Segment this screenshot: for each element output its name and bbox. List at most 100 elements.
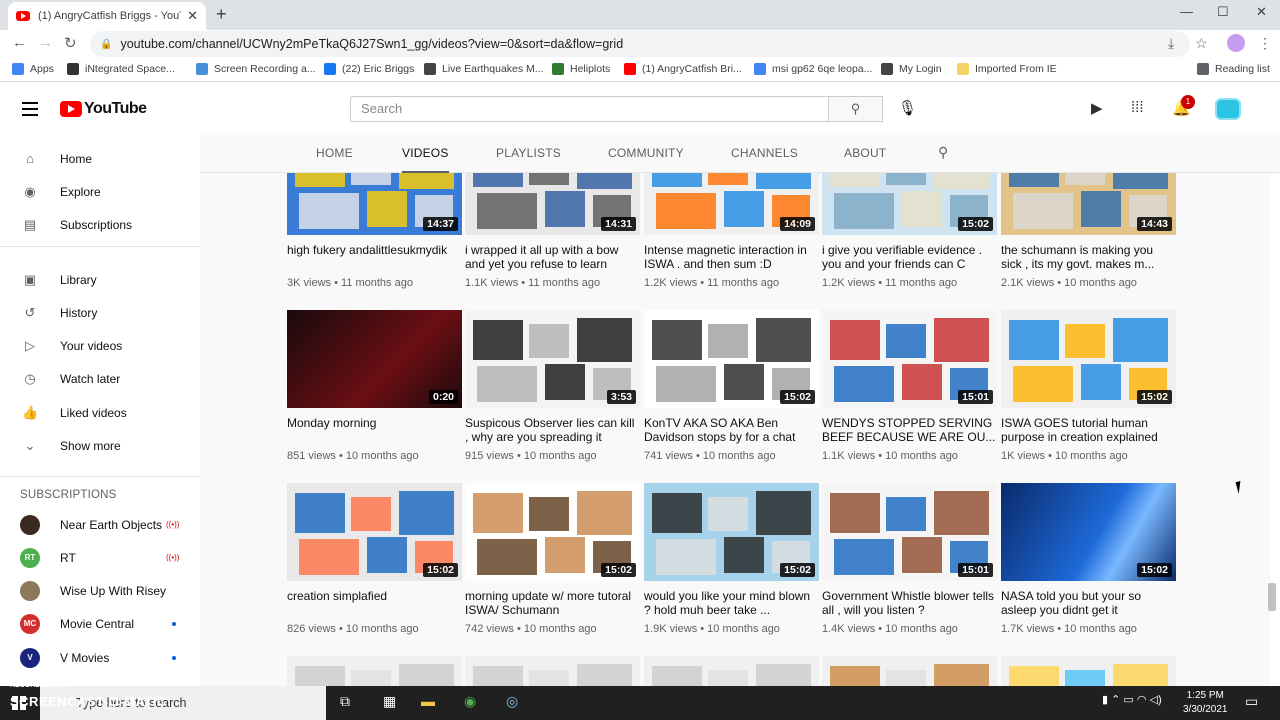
video-thumbnail[interactable] <box>1001 656 1176 686</box>
search-button[interactable]: ⚲ <box>829 96 883 122</box>
sidebar-item-explore[interactable]: ◉ Explore <box>0 175 200 208</box>
video-title[interactable]: morning update w/ more tutoral ISWA/ Sch… <box>465 589 640 617</box>
sidebar-item-home[interactable]: ⌂ Home <box>0 142 200 175</box>
sidebar-item-watch-later[interactable]: ◷ Watch later <box>0 363 200 396</box>
taskbar-app-icon[interactable]: ▦ <box>383 693 396 710</box>
bookmark-item[interactable]: (22) Eric Briggs <box>324 63 414 75</box>
video-title[interactable]: Monday morning <box>287 416 462 444</box>
sidebar-item-subscriptions[interactable]: ▤ Subscriptions <box>0 209 200 242</box>
video-thumbnail[interactable]: 14:09 <box>644 173 819 235</box>
video-title[interactable]: ISWA GOES tutorial human purpose in crea… <box>1001 416 1176 444</box>
subscription-item[interactable]: MC Movie Central <box>0 608 200 641</box>
file-explorer-icon[interactable]: ▬ <box>421 693 435 709</box>
reload-icon[interactable]: ↻ <box>64 34 77 52</box>
video-card[interactable]: 15:02 i give you verifiable evidence . yo… <box>822 173 997 289</box>
bookmark-item[interactable]: Live Earthquakes M... <box>424 63 544 75</box>
video-title[interactable]: high fukery andalittlesukmydik <box>287 243 462 271</box>
video-card[interactable]: 14:43 the schumann is making you sick , i… <box>1001 173 1176 289</box>
bookmark-item[interactable]: Heliplots <box>552 63 610 75</box>
apps-grid-icon[interactable]: ⁞⁞⁞ <box>1131 99 1144 116</box>
video-thumbnail[interactable]: 15:02 <box>465 483 640 581</box>
back-icon[interactable]: ← <box>12 34 27 51</box>
video-title[interactable]: Suspicous Observer lies can kill , why a… <box>465 416 640 444</box>
bookmark-item[interactable]: Imported From IE <box>957 63 1057 75</box>
close-tab-icon[interactable]: ✕ <box>187 8 198 24</box>
sidebar-item-show-more[interactable]: ⌄ Show more <box>0 430 200 463</box>
video-card[interactable]: 14:37 high fukery andalittlesukmydik 3K vi… <box>287 173 462 289</box>
subscription-item[interactable]: Near Earth Objects ((•)) <box>0 508 200 541</box>
video-card[interactable]: 14:09 Intense magnetic interaction in ISW… <box>644 173 819 289</box>
youtube-logo[interactable]: YouTube <box>60 100 147 118</box>
tab-videos[interactable]: VIDEOS <box>402 133 449 173</box>
video-thumbnail[interactable]: 15:02 <box>644 310 819 408</box>
minimize-icon[interactable]: — <box>1180 4 1193 19</box>
video-title[interactable]: Intense magnetic interaction in ISWA . a… <box>644 243 819 271</box>
video-thumbnail[interactable]: 0:20 <box>287 310 462 408</box>
create-video-icon[interactable]: ▶ <box>1091 99 1103 117</box>
sidebar-item-history[interactable]: ↺ History <box>0 296 200 329</box>
video-card[interactable]: 15:02 ISWA GOES tutorial human purpose in… <box>1001 310 1176 462</box>
video-title[interactable]: WENDYS STOPPED SERVING BEEF BECAUSE WE A… <box>822 416 997 444</box>
video-card[interactable]: 15:01 WENDYS STOPPED SERVING BEEF BECAUSE… <box>822 310 997 462</box>
video-card[interactable]: 15:02 creation simplafied 826 views • 10 m… <box>287 483 462 635</box>
video-thumbnail[interactable]: 3:53 <box>465 310 640 408</box>
video-card[interactable] <box>1001 656 1176 686</box>
subscription-item[interactable]: V V Movies <box>0 641 200 674</box>
channel-search-icon[interactable]: ⚲ <box>938 144 948 161</box>
bookmark-item[interactable]: Apps <box>12 63 54 75</box>
notifications-center-icon[interactable]: ▭ <box>1245 693 1258 710</box>
sidebar-item-library[interactable]: ▣ Library <box>0 263 200 296</box>
tab-about[interactable]: ABOUT <box>844 133 886 173</box>
video-thumbnail[interactable] <box>822 656 997 686</box>
video-title[interactable]: Government Whistle blower tells all , wi… <box>822 589 997 617</box>
install-icon[interactable]: ⤓ <box>1168 35 1174 52</box>
video-card[interactable]: 15:01 Government Whistle blower tells all… <box>822 483 997 635</box>
video-title[interactable]: KonTV AKA SO AKA Ben Davidson stops by f… <box>644 416 819 444</box>
video-card[interactable]: 0:20 Monday morning 851 views • 10 months … <box>287 310 462 462</box>
video-card[interactable] <box>822 656 997 686</box>
scrollbar-thumb[interactable] <box>1268 583 1276 611</box>
video-card[interactable]: 15:02 NASA told you but your so asleep yo… <box>1001 483 1176 635</box>
video-thumbnail[interactable]: 15:02 <box>1001 310 1176 408</box>
video-card[interactable] <box>465 656 640 686</box>
video-thumbnail[interactable]: 15:01 <box>822 483 997 581</box>
browser-tab[interactable]: (1) AngryCatfish Briggs - YouTube ✕ <box>8 2 206 30</box>
video-thumbnail[interactable]: 15:01 <box>822 310 997 408</box>
sidebar-item-liked-videos[interactable]: 👍 Liked videos <box>0 396 200 429</box>
subscription-item[interactable]: RT RT ((•)) <box>0 541 200 574</box>
bookmark-star-icon[interactable]: ☆ <box>1195 35 1208 52</box>
search-input[interactable]: Search <box>350 96 829 122</box>
video-title[interactable]: NASA told you but your so asleep you did… <box>1001 589 1176 617</box>
video-title[interactable]: would you like your mind blown ? hold mu… <box>644 589 819 617</box>
video-card[interactable] <box>644 656 819 686</box>
menu-kebab-icon[interactable]: ⋮ <box>1258 35 1272 52</box>
video-thumbnail[interactable] <box>465 656 640 686</box>
bookmark-item[interactable]: (1) AngryCatfish Bri... <box>624 63 742 75</box>
video-title[interactable]: creation simplafied <box>287 589 462 617</box>
tab-home[interactable]: HOME <box>316 133 353 173</box>
tab-playlists[interactable]: PLAYLISTS <box>496 133 561 173</box>
video-thumbnail[interactable]: 14:31 <box>465 173 640 235</box>
subscription-item[interactable]: Wise Up With Risey <box>0 575 200 608</box>
hamburger-menu-icon[interactable] <box>22 102 38 120</box>
video-thumbnail[interactable]: 15:02 <box>822 173 997 235</box>
chrome-icon[interactable]: ◉ <box>464 693 476 710</box>
bookmark-item[interactable]: My Login <box>881 63 942 75</box>
system-tray-icons[interactable]: ▮ ⌃ ▭ ◠ ◁) <box>1102 693 1162 706</box>
user-avatar[interactable] <box>1215 98 1241 120</box>
video-card[interactable]: 14:31 i wrapped it all up with a bow and … <box>465 173 640 289</box>
video-thumbnail[interactable]: 14:37 <box>287 173 462 235</box>
profile-avatar[interactable] <box>1227 34 1245 52</box>
bookmark-item[interactable]: Screen Recording a... <box>196 63 316 75</box>
taskbar-clock[interactable]: 1:25 PM 3/30/2021 <box>1183 689 1228 717</box>
screencast-icon[interactable]: ◎ <box>506 693 518 710</box>
video-card[interactable]: 15:02 morning update w/ more tutoral ISWA… <box>465 483 640 635</box>
video-thumbnail[interactable]: 15:02 <box>287 483 462 581</box>
video-title[interactable]: the schumann is making you sick , its my… <box>1001 243 1176 271</box>
close-window-icon[interactable]: ✕ <box>1256 4 1267 20</box>
tab-channels[interactable]: CHANNELS <box>731 133 798 173</box>
video-title[interactable]: i wrapped it all up with a bow and yet y… <box>465 243 640 271</box>
bookmark-item[interactable]: msi gp62 6qe leopa... <box>754 63 872 75</box>
maximize-icon[interactable]: ☐ <box>1217 4 1229 20</box>
address-bar[interactable]: 🔒 youtube.com/channel/UCWny2mPeTkaQ6J27S… <box>90 31 1190 57</box>
